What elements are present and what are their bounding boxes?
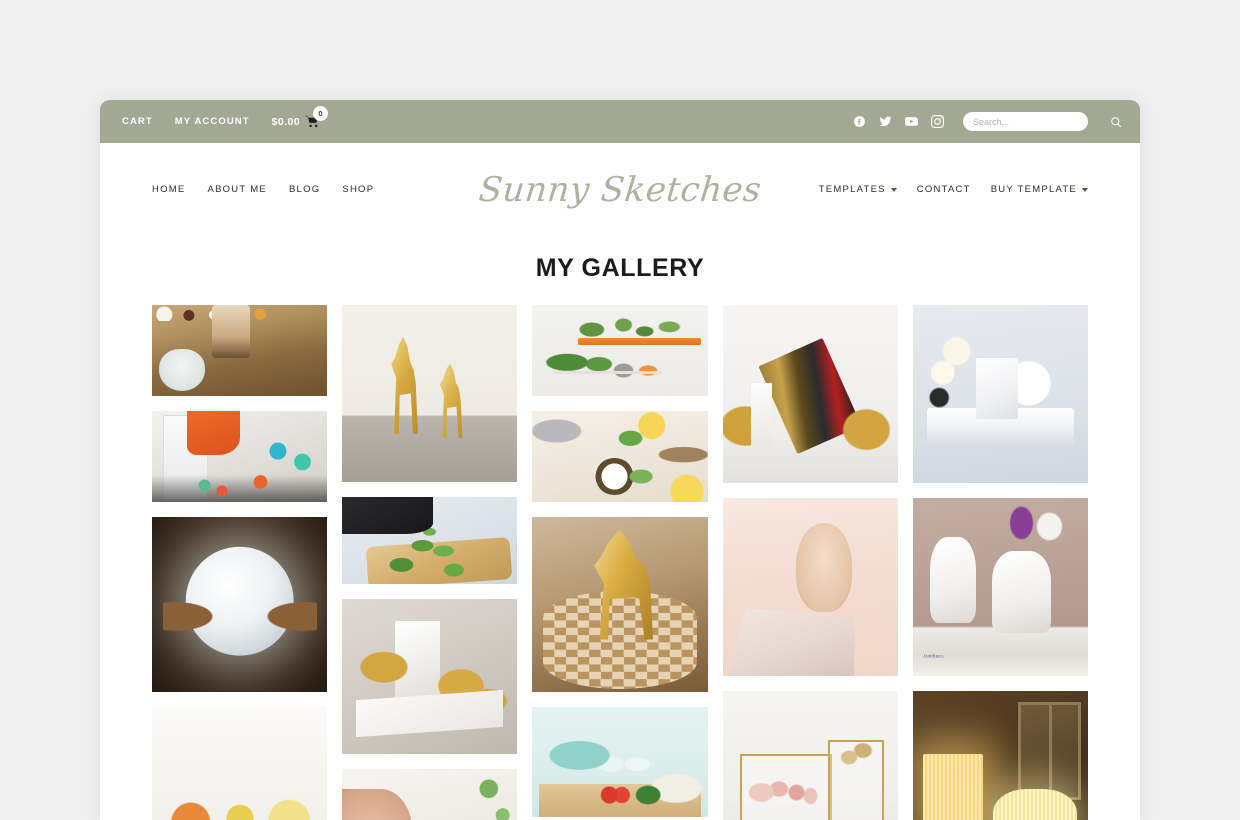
image-detail-layer [722, 691, 898, 820]
gallery-image-art [342, 769, 518, 820]
cart-link[interactable]: CART [122, 116, 153, 127]
utility-top-bar: CART MY ACCOUNT $0.00 0 [100, 100, 1140, 143]
nav-item-buy-template[interactable]: BUY TEMPLATE [991, 184, 1088, 195]
gallery-image-1-2[interactable] [152, 411, 328, 502]
gallery-image-art [152, 707, 328, 820]
chevron-down-icon [1082, 188, 1088, 192]
gallery-image-4-2[interactable] [722, 498, 898, 676]
nav-label: HOME [152, 184, 186, 195]
gallery-image-5-2[interactable]: company [912, 498, 1089, 676]
book-spine-text: company [923, 653, 944, 659]
gallery-image-3-1[interactable] [532, 305, 708, 396]
gallery-image-art [532, 305, 708, 396]
nav-label: BUY TEMPLATE [990, 184, 1077, 195]
primary-nav-left: HOME ABOUT ME BLOG SHOP [152, 184, 479, 195]
gallery-image-art [722, 691, 898, 820]
nav-item-about-me[interactable]: ABOUT ME [208, 184, 267, 195]
gallery-column [342, 305, 518, 820]
gallery-image-2-2[interactable] [342, 497, 518, 584]
image-detail-layer [912, 498, 1089, 676]
gallery-image-1-1[interactable] [152, 305, 328, 396]
youtube-icon[interactable] [905, 115, 918, 128]
nav-item-home[interactable]: HOME [152, 184, 186, 195]
gallery-image-art [912, 691, 1089, 820]
cart-total-amount: $0.00 [271, 115, 300, 128]
gallery-image-4-3[interactable] [722, 691, 898, 820]
chevron-down-icon [890, 188, 897, 192]
image-detail-layer [342, 497, 518, 584]
gallery-image-3-3[interactable] [532, 517, 708, 692]
image-detail-layer [722, 305, 898, 483]
gallery-column: company [912, 305, 1089, 820]
gallery-image-art [532, 517, 708, 692]
primary-nav-right: TEMPLATES CONTACT BUY TEMPLATE [761, 184, 1088, 195]
nav-label: ABOUT ME [207, 184, 267, 195]
twitter-icon[interactable] [879, 115, 892, 128]
nav-label: TEMPLATES [818, 184, 886, 195]
my-account-link[interactable]: MY ACCOUNT [175, 116, 250, 127]
gallery-image-art [342, 497, 518, 584]
image-detail-layer [1017, 701, 1082, 800]
image-detail-layer [342, 599, 518, 754]
site-header: HOME ABOUT ME BLOG SHOP Sunny Sketches T… [100, 143, 1140, 236]
gallery-image-1-4[interactable] [152, 707, 328, 820]
search-input[interactable] [963, 112, 1088, 131]
gallery-grid: company [152, 305, 1089, 820]
gallery-image-art: company [912, 498, 1089, 676]
gallery-image-2-4[interactable] [342, 769, 518, 820]
image-detail-layer [785, 530, 867, 634]
gallery-image-3-2[interactable] [532, 411, 708, 502]
image-detail-layer [912, 305, 1089, 483]
utility-right-group [853, 112, 1122, 131]
gallery-image-5-3[interactable] [912, 691, 1089, 820]
nav-item-shop[interactable]: SHOP [342, 184, 374, 195]
gallery-image-3-4[interactable] [532, 707, 708, 817]
shopping-cart-icon[interactable]: 0 [304, 106, 328, 128]
gallery-image-2-1[interactable] [342, 305, 518, 482]
gallery-image-art [152, 305, 328, 396]
gallery-image-art [342, 599, 518, 754]
utility-left-group: CART MY ACCOUNT $0.00 0 [122, 106, 328, 128]
gallery-column [152, 305, 328, 820]
browser-window: CART MY ACCOUNT $0.00 0 Search... HOME A… [100, 100, 1140, 820]
gallery-image-4-1[interactable] [722, 305, 898, 483]
nav-item-templates[interactable]: TEMPLATES [819, 184, 897, 195]
cart-summary[interactable]: $0.00 0 [271, 106, 328, 128]
gallery-image-art [532, 411, 708, 502]
gallery-image-art [342, 305, 518, 482]
gallery-image-1-3[interactable] [152, 517, 328, 692]
site-logo[interactable]: Sunny Sketches [477, 170, 763, 210]
page-title: MY GALLERY [535, 254, 705, 282]
search-icon[interactable] [1110, 116, 1122, 128]
cart-count-badge: 0 [312, 106, 328, 121]
gallery-image-art [722, 498, 898, 676]
image-detail-layer [532, 305, 708, 396]
image-detail-layer [152, 411, 328, 502]
nav-item-blog[interactable]: BLOG [289, 184, 320, 195]
instagram-icon[interactable] [931, 115, 944, 128]
gallery-section: MY GALLERY company [100, 254, 1140, 820]
image-detail-layer [152, 305, 275, 322]
nav-label: CONTACT [916, 184, 971, 195]
gallery-image-2-3[interactable] [342, 599, 518, 754]
nav-label: BLOG [288, 184, 321, 195]
gallery-image-art [912, 305, 1089, 483]
gallery-image-art [152, 411, 328, 502]
nav-item-contact[interactable]: CONTACT [917, 184, 971, 195]
gallery-column [532, 305, 708, 820]
gallery-column [722, 305, 898, 820]
gallery-image-art [532, 707, 708, 817]
gallery-image-art [722, 305, 898, 483]
nav-label: SHOP [342, 184, 375, 195]
gallery-image-5-1[interactable] [912, 305, 1089, 483]
gallery-image-art [152, 517, 328, 692]
facebook-icon[interactable] [853, 115, 866, 128]
